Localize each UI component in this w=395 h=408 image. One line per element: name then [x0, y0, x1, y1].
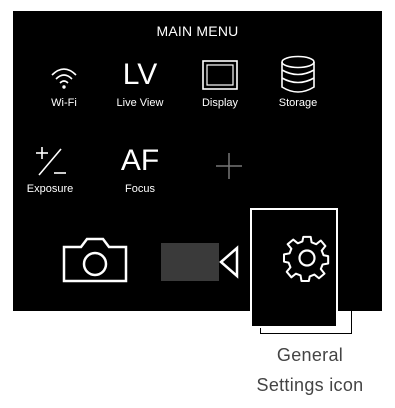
menu-item-label: Wi-Fi	[51, 97, 77, 109]
menu-item-exposure[interactable]: Exposure	[15, 139, 85, 195]
display-icon	[185, 53, 255, 97]
mode-general-settings[interactable]	[262, 226, 352, 294]
gear-icon	[280, 231, 334, 290]
mode-video[interactable]	[155, 234, 245, 292]
caption-line-2: Settings icon	[256, 375, 364, 395]
general-settings-caption: General Settings icon	[230, 340, 390, 400]
storage-icon	[263, 53, 333, 97]
camera-icon	[61, 235, 129, 288]
menu-item-label: Focus	[125, 183, 155, 195]
wifi-icon	[29, 53, 99, 97]
menu-item-live-view[interactable]: LV Live View	[105, 53, 175, 109]
live-view-icon: LV	[122, 58, 158, 91]
menu-item-display[interactable]: Display	[185, 53, 255, 109]
menu-item-wifi[interactable]: Wi-Fi	[29, 53, 99, 109]
exposure-icon	[15, 139, 85, 183]
video-camera-icon	[159, 238, 241, 289]
menu-item-label: Exposure	[26, 183, 74, 195]
menu-title: MAIN MENU	[156, 23, 239, 39]
focus-icon: AF	[120, 144, 160, 177]
menu-item-label: Display	[201, 97, 239, 109]
menu-item-storage[interactable]: Storage	[263, 53, 333, 109]
menu-item-focus[interactable]: AF Focus	[105, 139, 175, 195]
menu-item-label: Live View	[116, 97, 164, 109]
add-icon	[209, 151, 249, 195]
menu-item-add[interactable]	[209, 151, 249, 195]
caption-line-1: General	[276, 345, 344, 365]
mode-camera[interactable]	[55, 230, 135, 292]
menu-item-label: Storage	[278, 97, 318, 109]
